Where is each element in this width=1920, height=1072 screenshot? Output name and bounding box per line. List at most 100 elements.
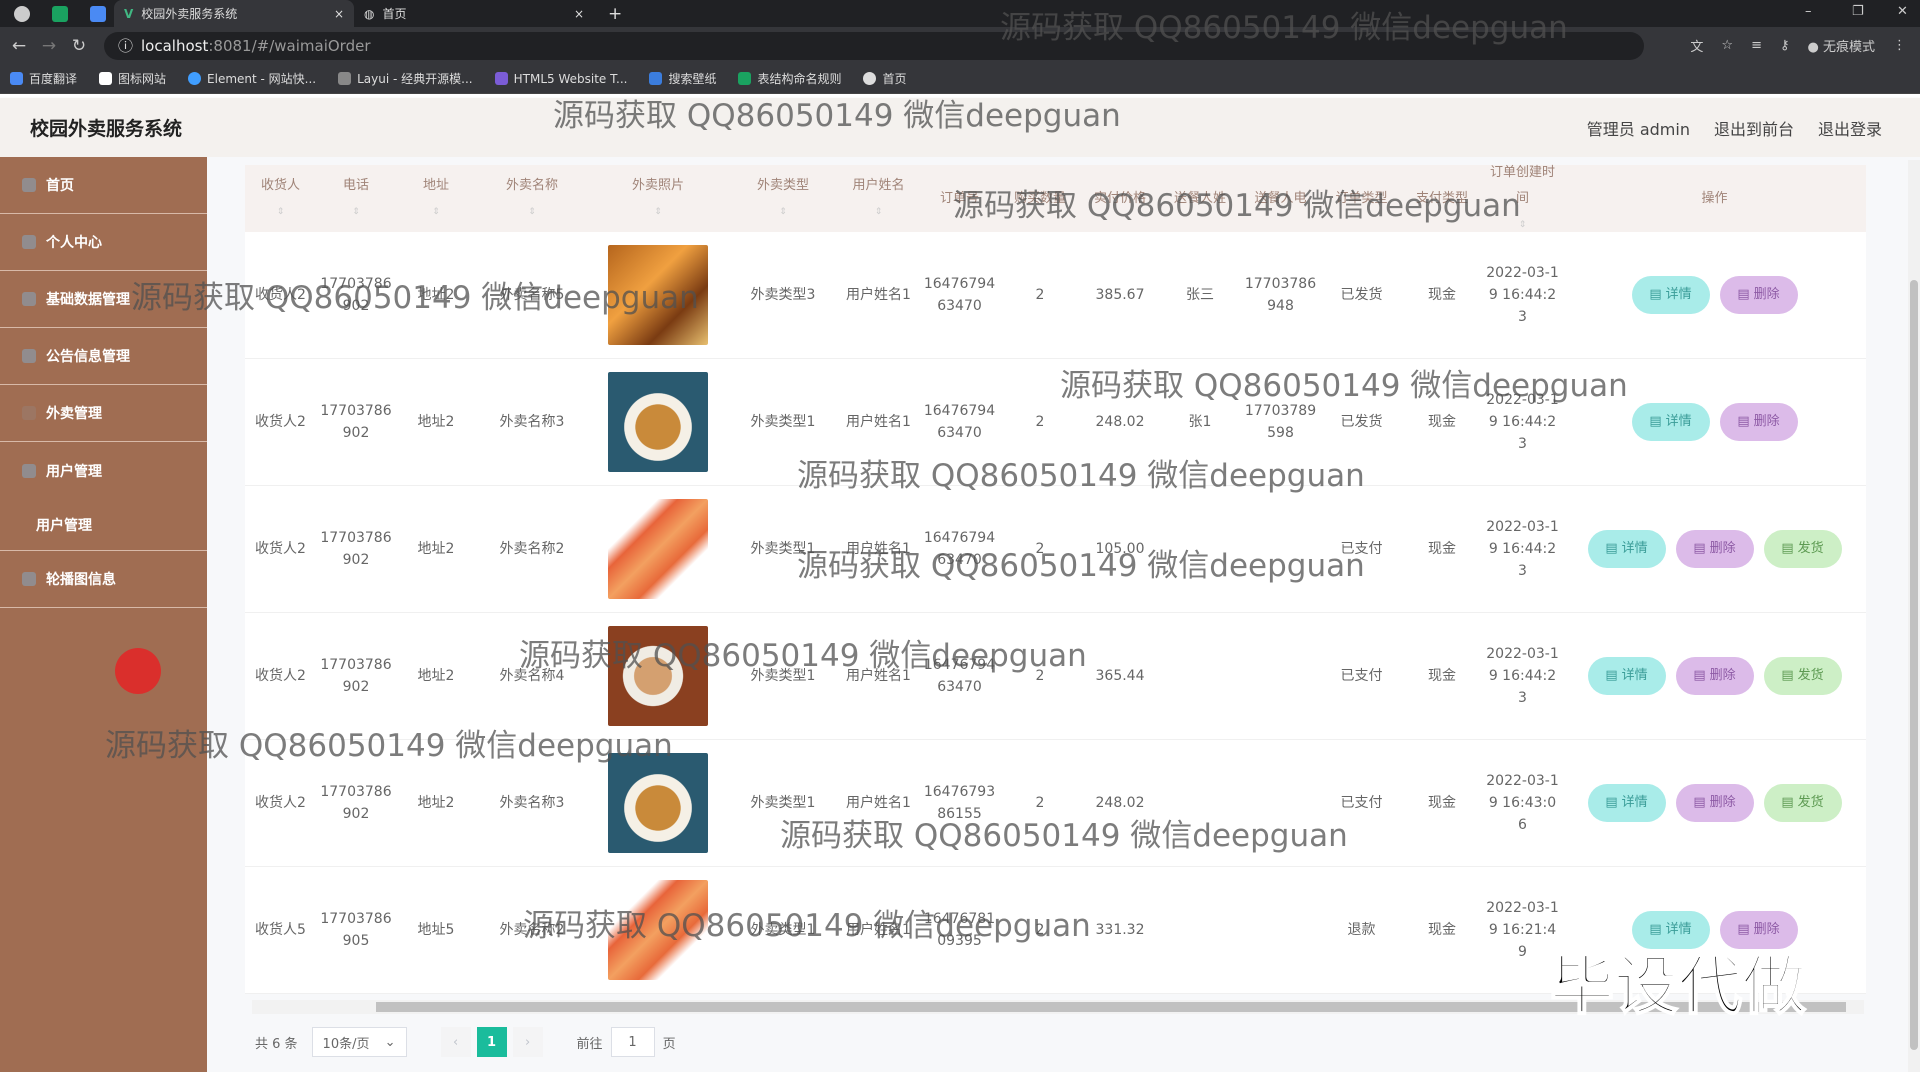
reload-icon[interactable]: ↻	[64, 36, 94, 56]
bookmark-label: 搜索壁纸	[668, 72, 717, 86]
new-tab-button[interactable]: +	[608, 4, 622, 24]
restore-button[interactable]: ❐	[1852, 4, 1864, 19]
cell-courier: 张1	[1160, 359, 1240, 485]
ship-button[interactable]: ▤ 发货	[1763, 530, 1842, 568]
delete-button[interactable]: ▤ 删除	[1675, 530, 1754, 568]
url-input[interactable]: ⓘ localhost:8081/#/waimaiOrder	[104, 31, 1644, 60]
detail-button[interactable]: ▤ 详情	[1587, 784, 1666, 822]
incognito-badge[interactable]: ● 无痕模式	[1808, 36, 1876, 55]
column-header[interactable]: 地址 ⇕	[396, 165, 476, 232]
sort-icon[interactable]: ⇕	[432, 199, 440, 225]
back-icon[interactable]: ←	[4, 36, 34, 56]
sidebar-item-carousel[interactable]: 轮播图信息	[0, 551, 207, 608]
minimize-button[interactable]: –	[1805, 4, 1812, 19]
detail-button[interactable]: ▤ 详情	[1631, 276, 1710, 314]
vertical-scrollbar[interactable]	[1908, 160, 1920, 1072]
logout-link[interactable]: 退出登录	[1818, 116, 1882, 140]
delete-button[interactable]: ▤ 删除	[1719, 276, 1798, 314]
goto-page-input[interactable]: 1	[610, 1027, 655, 1057]
sort-icon[interactable]: ⇕	[528, 199, 536, 225]
browser-tab-active[interactable]: V 校园外卖服务系统 ×	[114, 0, 354, 27]
sort-icon[interactable]: ⇕	[779, 199, 787, 225]
ship-button[interactable]: ▤ 发货	[1763, 657, 1842, 695]
prev-page-button[interactable]: ‹	[440, 1027, 471, 1057]
page-size-select[interactable]: 10条/页 ⌄	[311, 1027, 407, 1057]
close-tab-icon[interactable]: ×	[334, 7, 344, 21]
food-photo[interactable]	[608, 499, 708, 599]
reading-list-icon[interactable]: ≡	[1751, 38, 1762, 53]
delete-button[interactable]: ▤ 删除	[1675, 784, 1754, 822]
delete-button[interactable]: ▤ 删除	[1719, 911, 1798, 949]
sidebar-item-notice[interactable]: 公告信息管理	[0, 328, 207, 385]
detail-button[interactable]: ▤ 详情	[1631, 403, 1710, 441]
cell-courier-phone	[1240, 867, 1321, 993]
sidebar-item-basic-data[interactable]: 基础数据管理	[0, 271, 207, 328]
back-to-front-link[interactable]: 退出到前台	[1714, 116, 1794, 140]
cell-price: 248.02	[1080, 740, 1160, 866]
delete-button[interactable]: ▤ 删除	[1675, 657, 1754, 695]
cell-actions: ▤ 详情 ▤ 删除	[1563, 867, 1866, 993]
scroll-thumb[interactable]	[1910, 280, 1918, 1050]
food-photo[interactable]	[608, 372, 708, 472]
column-header[interactable]: 外卖类型 ⇕	[728, 165, 838, 232]
translate-icon[interactable]: 文	[1690, 36, 1703, 55]
order-no-value: 1647679463470	[923, 530, 996, 568]
column-header[interactable]: 收货人 ⇕	[245, 165, 316, 232]
sidebar-item-home[interactable]: 首页	[0, 157, 207, 214]
cell-phone: 17703786902	[316, 359, 396, 485]
type-value: 外卖类型1	[750, 795, 816, 811]
food-photo[interactable]	[608, 245, 708, 345]
sidebar-item-profile[interactable]: 个人中心	[0, 214, 207, 271]
close-tab-icon[interactable]: ×	[574, 7, 584, 21]
food-photo[interactable]	[608, 626, 708, 726]
bookmark[interactable]: Layui - 经典开源模...	[338, 70, 473, 87]
food-photo[interactable]	[608, 753, 708, 853]
column-header[interactable]: 订单创建时间 ⇕	[1482, 165, 1563, 232]
key-icon[interactable]: ⚷	[1780, 38, 1790, 53]
horizontal-scrollbar[interactable]	[252, 1000, 1864, 1014]
bookmark[interactable]: Element - 网站快...	[188, 70, 316, 87]
column-header[interactable]: 用户姓名 ⇕	[838, 165, 919, 232]
column-header: 送餐人电	[1240, 165, 1321, 232]
delete-button[interactable]: ▤ 删除	[1719, 403, 1798, 441]
detail-button[interactable]: ▤ 详情	[1587, 530, 1666, 568]
bookmark[interactable]: 图标网站	[99, 70, 166, 87]
sort-icon[interactable]: ⇕	[277, 199, 285, 225]
column-header[interactable]: 外卖照片 ⇕	[588, 165, 728, 232]
detail-button[interactable]: ▤ 详情	[1587, 657, 1666, 695]
sort-icon[interactable]: ⇕	[875, 199, 883, 225]
browser-tab[interactable]: ◍ 首页 ×	[354, 0, 594, 27]
menu-icon[interactable]: ⋮	[1893, 38, 1906, 53]
page-number[interactable]: 1	[476, 1027, 507, 1057]
detail-button[interactable]: ▤ 详情	[1631, 911, 1710, 949]
price-value: 248.02	[1095, 795, 1145, 811]
app-icon	[52, 5, 68, 22]
sidebar-item-users[interactable]: 用户管理	[0, 442, 207, 499]
bookmark[interactable]: HTML5 Website T...	[494, 72, 627, 86]
cell-type: 外卖类型1	[728, 867, 838, 993]
column-header[interactable]: 电话 ⇕	[316, 165, 396, 232]
button-label: 详情	[1621, 541, 1648, 556]
price-value: 105.00	[1095, 541, 1145, 557]
sidebar-subitem-users[interactable]: 用户管理	[0, 499, 207, 551]
column-header[interactable]: 外卖名称 ⇕	[476, 165, 588, 232]
trash-icon: ▤	[1693, 541, 1706, 556]
bookmark[interactable]: 搜索壁纸	[649, 70, 716, 87]
cell-pay-type: 现金	[1402, 867, 1482, 993]
phone-value: 17703786902	[320, 657, 392, 695]
scroll-thumb[interactable]	[376, 1002, 1846, 1012]
sort-icon[interactable]: ⇕	[352, 199, 360, 225]
bookmark[interactable]: 表结构命名规则	[738, 70, 841, 87]
food-photo[interactable]	[608, 880, 708, 980]
star-icon[interactable]: ☆	[1721, 38, 1733, 53]
sort-icon[interactable]: ⇕	[654, 199, 662, 225]
bookmark[interactable]: 百度翻译	[10, 70, 77, 87]
next-page-button[interactable]: ›	[512, 1027, 543, 1057]
sidebar-item-label: 公告信息管理	[46, 349, 130, 365]
close-window-button[interactable]: ✕	[1897, 4, 1908, 19]
column-header: 送餐人姓	[1160, 165, 1240, 232]
bookmark[interactable]: 首页	[863, 70, 907, 87]
ship-button[interactable]: ▤ 发货	[1763, 784, 1842, 822]
forward-icon[interactable]: →	[34, 36, 64, 56]
sidebar-item-takeout[interactable]: 外卖管理	[0, 385, 207, 442]
